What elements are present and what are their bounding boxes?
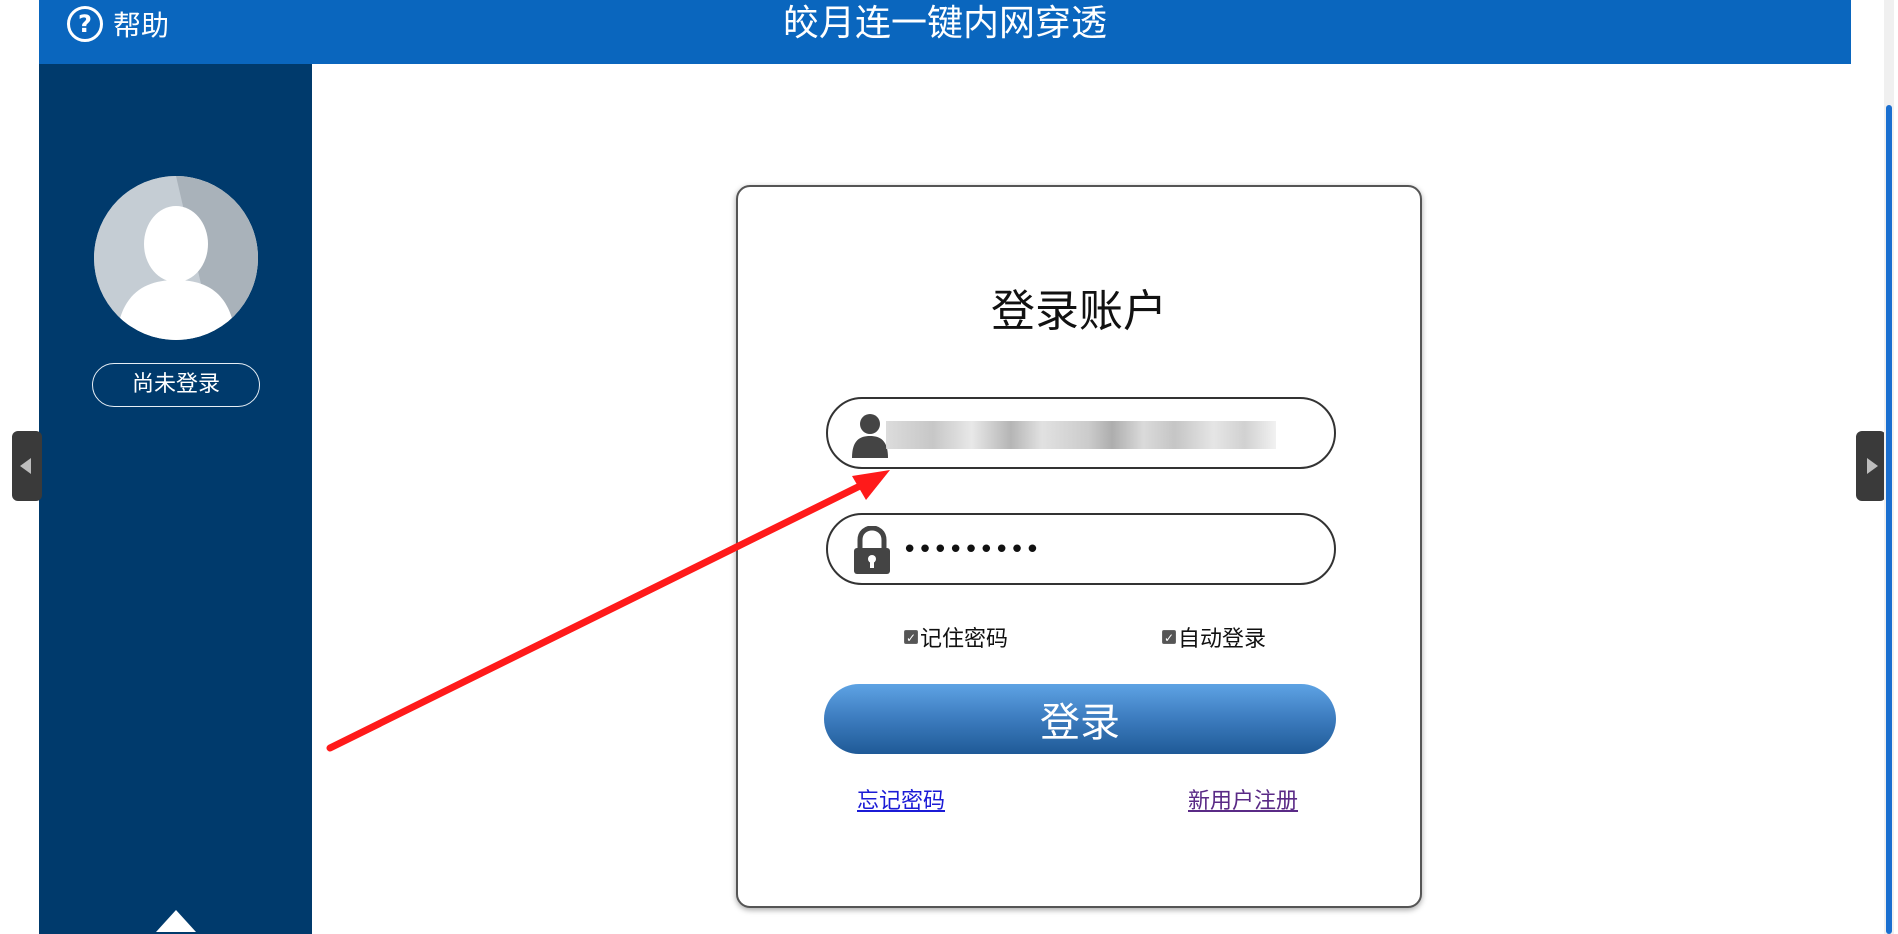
auto-login-label: 自动登录 xyxy=(1178,627,1267,652)
left-expand-tab[interactable] xyxy=(12,431,42,501)
right-expand-tab[interactable] xyxy=(1856,431,1886,501)
user-avatar-icon xyxy=(94,176,258,340)
password-field[interactable] xyxy=(826,513,1336,585)
remember-password-label: 记住密码 xyxy=(920,627,1009,652)
checkbox-checked-icon: ✓ xyxy=(1162,630,1176,645)
forgot-password-link[interactable]: 忘记密码 xyxy=(857,783,945,815)
vertical-scrollbar-thumb[interactable] xyxy=(1886,105,1892,934)
sidebar: 尚未登录 xyxy=(39,64,312,934)
login-card: 登录账户 ✓ 记住密码 ✓ 自动登录 登录 xyxy=(736,185,1422,908)
login-button[interactable]: 登录 xyxy=(824,684,1336,754)
app-window: ? 帮助 皎月连一键内网穿透 尚未登录 登录账户 ••••••••• ✓ 记住密… xyxy=(39,0,1851,934)
lock-icon xyxy=(854,526,890,574)
checkbox-checked-icon: ✓ xyxy=(904,630,918,645)
register-link[interactable]: 新用户注册 xyxy=(1188,783,1298,815)
app-title: 皎月连一键内网穿透 xyxy=(782,3,1107,44)
top-bar: ? 帮助 皎月连一键内网穿透 xyxy=(39,0,1851,64)
username-input[interactable] xyxy=(900,411,1314,457)
password-input[interactable] xyxy=(900,527,1314,573)
login-title: 登录账户 xyxy=(991,286,1167,337)
chevron-right-icon xyxy=(1867,458,1878,474)
chevron-up-icon[interactable] xyxy=(156,910,196,932)
chevron-left-icon xyxy=(20,458,31,474)
username-field[interactable] xyxy=(826,397,1336,469)
auto-login-checkbox[interactable]: ✓ 自动登录 xyxy=(1162,621,1266,653)
login-status-button[interactable]: 尚未登录 xyxy=(92,363,260,407)
remember-password-checkbox[interactable]: ✓ 记住密码 xyxy=(904,621,1008,653)
